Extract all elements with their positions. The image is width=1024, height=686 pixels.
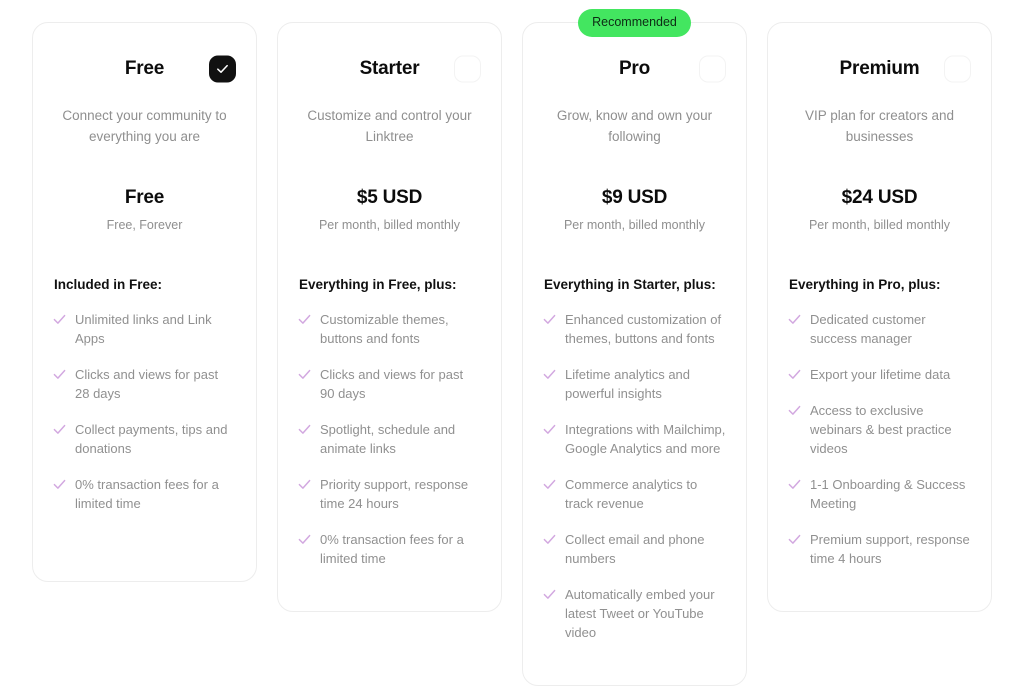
plan-price-note: Per month, billed monthly: [808, 218, 951, 232]
feature-item: Commerce analytics to track revenue: [543, 475, 726, 513]
feature-item: Automatically embed your latest Tweet or…: [543, 585, 726, 642]
feature-text: Dedicated customer success manager: [810, 312, 926, 346]
check-icon: [53, 313, 66, 326]
feature-text: Spotlight, schedule and animate links: [320, 422, 456, 456]
plan-card-pro[interactable]: Recommended Pro Grow, know and own your …: [522, 9, 747, 686]
check-icon: [788, 368, 801, 381]
feature-text: Priority support, response time 24 hours: [320, 477, 469, 511]
plan-description: Grow, know and own your following: [556, 108, 713, 144]
plan-card-free[interactable]: Free Connect your community to everythin…: [32, 22, 257, 582]
plan-card-header: Free: [53, 53, 236, 85]
feature-text: Unlimited links and Link Apps: [75, 312, 212, 346]
feature-text: Clicks and views for past 28 days: [75, 367, 219, 401]
feature-text: Collect email and phone numbers: [565, 532, 705, 566]
feature-item: Clicks and views for past 90 days: [298, 365, 481, 403]
feature-item: Collect email and phone numbers: [543, 530, 726, 568]
plan-price-note: Per month, billed monthly: [563, 218, 706, 232]
feature-item: Enhanced customization of themes, button…: [543, 310, 726, 348]
plan-features-list: Enhanced customization of themes, button…: [543, 310, 726, 642]
feature-item: Lifetime analytics and powerful insights: [543, 365, 726, 403]
plan-card-header: Pro: [543, 53, 726, 85]
plan-card-header: Starter: [298, 53, 481, 85]
feature-item: Collect payments, tips and donations: [53, 420, 236, 458]
badge-wrap: Recommended: [523, 9, 746, 37]
feature-text: Premium support, response time 4 hours: [810, 532, 970, 566]
check-icon: [788, 313, 801, 326]
feature-item: Customizable themes, buttons and fonts: [298, 310, 481, 348]
feature-item: Spotlight, schedule and animate links: [298, 420, 481, 458]
feature-item: Premium support, response time 4 hours: [788, 530, 971, 568]
check-icon: [543, 478, 556, 491]
plan-features-title: Everything in Pro, plus:: [789, 277, 941, 292]
recommended-badge: Recommended: [578, 9, 691, 37]
check-icon: [788, 478, 801, 491]
check-icon: [543, 588, 556, 601]
feature-item: 0% transaction fees for a limited time: [298, 530, 481, 568]
feature-text: Customizable themes, buttons and fonts: [320, 312, 449, 346]
check-icon: [543, 313, 556, 326]
feature-text: Collect payments, tips and donations: [75, 422, 228, 456]
check-icon: [298, 533, 311, 546]
feature-item: Clicks and views for past 28 days: [53, 365, 236, 403]
check-icon: [53, 478, 66, 491]
check-icon: [788, 533, 801, 546]
plan-features-list: Unlimited links and Link Apps Clicks and …: [53, 310, 236, 513]
check-icon: [543, 423, 556, 436]
plan-card-premium[interactable]: Premium VIP plan for creators and busine…: [767, 22, 992, 612]
check-icon[interactable]: [209, 55, 236, 83]
pricing-plans-row: Free Connect your community to everythin…: [0, 0, 1024, 686]
plan-name-free: Free: [124, 58, 165, 79]
plan-features-list: Customizable themes, buttons and fonts Cl…: [298, 310, 481, 568]
check-icon: [298, 368, 311, 381]
plan-card-header: Premium: [788, 53, 971, 85]
plan-price: $24 USD: [841, 187, 918, 208]
feature-item: Export your lifetime data: [788, 365, 971, 384]
feature-item: Access to exclusive webinars & best prac…: [788, 401, 971, 458]
feature-text: 0% transaction fees for a limited time: [320, 532, 464, 566]
feature-text: Access to exclusive webinars & best prac…: [810, 403, 952, 456]
check-icon: [543, 368, 556, 381]
feature-text: Integrations with Mailchimp, Google Anal…: [565, 422, 726, 456]
plan-name-premium: Premium: [839, 58, 920, 79]
plan-name-starter: Starter: [359, 58, 420, 79]
check-icon: [53, 368, 66, 381]
plan-card-starter[interactable]: Starter Customize and control your Linkt…: [277, 22, 502, 612]
feature-text: Enhanced customization of themes, button…: [565, 312, 722, 346]
feature-text: Automatically embed your latest Tweet or…: [565, 587, 715, 640]
plan-price: $5 USD: [356, 187, 423, 208]
plan-description: Customize and control your Linktree: [307, 108, 472, 144]
feature-item: 0% transaction fees for a limited time: [53, 475, 236, 513]
plan-features-title: Included in Free:: [54, 277, 163, 292]
feature-item: Priority support, response time 24 hours: [298, 475, 481, 513]
empty-checkbox-icon[interactable]: [944, 55, 971, 83]
empty-checkbox-icon[interactable]: [454, 55, 481, 83]
plan-description: Connect your community to everything you…: [62, 108, 227, 144]
feature-text: 1-1 Onboarding & Success Meeting: [810, 477, 966, 511]
plan-price-note: Per month, billed monthly: [318, 218, 461, 232]
feature-item: Unlimited links and Link Apps: [53, 310, 236, 348]
feature-text: Export your lifetime data: [810, 367, 951, 382]
feature-text: 0% transaction fees for a limited time: [75, 477, 219, 511]
feature-item: Dedicated customer success manager: [788, 310, 971, 348]
check-icon: [298, 423, 311, 436]
plan-name-pro: Pro: [618, 58, 651, 79]
plan-description: VIP plan for creators and businesses: [804, 108, 955, 144]
check-icon: [298, 313, 311, 326]
plan-price: Free: [124, 187, 165, 208]
feature-item: 1-1 Onboarding & Success Meeting: [788, 475, 971, 513]
check-icon: [788, 404, 801, 417]
plan-features-title: Everything in Free, plus:: [299, 277, 457, 292]
feature-item: Integrations with Mailchimp, Google Anal…: [543, 420, 726, 458]
check-icon: [53, 423, 66, 436]
feature-text: Lifetime analytics and powerful insights: [565, 367, 691, 401]
check-icon: [298, 478, 311, 491]
plan-price: $9 USD: [601, 187, 668, 208]
feature-text: Commerce analytics to track revenue: [565, 477, 698, 511]
check-icon: [543, 533, 556, 546]
plan-price-note: Free, Forever: [106, 218, 183, 232]
feature-text: Clicks and views for past 90 days: [320, 367, 464, 401]
empty-checkbox-icon[interactable]: [699, 55, 726, 83]
plan-features-title: Everything in Starter, plus:: [544, 277, 716, 292]
plan-features-list: Dedicated customer success manager Export…: [788, 310, 971, 568]
